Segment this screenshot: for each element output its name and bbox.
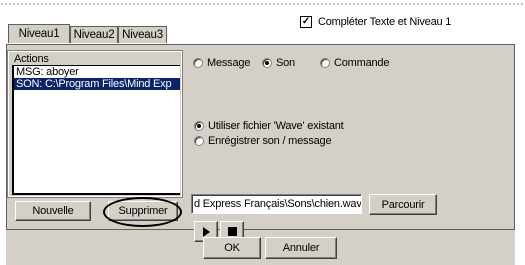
stop-icon (227, 227, 237, 236)
radio-message-label: Message (207, 57, 251, 69)
ok-button[interactable]: OK (203, 237, 261, 259)
highlight-oval (103, 197, 182, 227)
ok-button-label: OK (224, 242, 240, 254)
new-button-label: Nouvelle (32, 205, 74, 217)
radio-son-row[interactable]: Son (262, 57, 295, 69)
radio-record-row[interactable]: Enrégistrer son / message (194, 135, 332, 147)
radio-son-label: Son (276, 57, 295, 69)
play-icon (202, 226, 210, 237)
new-button[interactable]: Nouvelle (15, 201, 91, 221)
tab-niveau3-label: Niveau3 (122, 29, 163, 41)
tab-niveau2-label: Niveau2 (73, 29, 115, 41)
radio-commande-label: Commande (334, 57, 390, 69)
browse-button[interactable]: Parcourir (369, 194, 437, 215)
actions-listbox[interactable]: MSG: aboyer SON: C:\Program Files\Mind E… (12, 65, 180, 195)
cancel-button[interactable]: Annuler (265, 237, 337, 259)
radio-commande-row[interactable]: Commande (320, 57, 389, 69)
radio-message[interactable] (193, 58, 203, 68)
tab-niveau2[interactable]: Niveau2 (70, 26, 118, 43)
radio-existing-row[interactable]: Utiliser fichier 'Wave' existant (194, 120, 344, 132)
radio-record[interactable] (194, 136, 204, 146)
browse-button-label: Parcourir (381, 198, 425, 211)
radio-record-label: Enrégistrer son / message (208, 135, 332, 147)
radio-existing[interactable] (194, 121, 204, 131)
list-item[interactable]: MSG: aboyer (14, 66, 180, 78)
completer-checkbox-row[interactable]: ✓ Compléter Texte et Niveau 1 (300, 16, 451, 28)
completer-checkbox[interactable]: ✓ (300, 16, 312, 28)
list-item-selected[interactable]: SON: C:\Program Files\Mind Exp (14, 78, 180, 90)
radio-commande[interactable] (320, 58, 330, 68)
radio-son[interactable] (262, 58, 272, 68)
cancel-button-label: Annuler (282, 242, 320, 254)
dotted-top-border (0, 0, 525, 8)
tab-niveau3[interactable]: Niveau3 (118, 26, 167, 43)
completer-label: Compléter Texte et Niveau 1 (318, 16, 452, 28)
radio-existing-label: Utiliser fichier 'Wave' existant (208, 120, 344, 132)
tab-niveau1-label: Niveau1 (18, 28, 60, 40)
file-path-input[interactable]: d Express Français\Sons\chien.wav (191, 194, 362, 214)
tab-niveau1[interactable]: Niveau1 (8, 24, 70, 43)
actions-group-label: Actions (14, 53, 49, 65)
radio-message-row[interactable]: Message (193, 57, 250, 69)
